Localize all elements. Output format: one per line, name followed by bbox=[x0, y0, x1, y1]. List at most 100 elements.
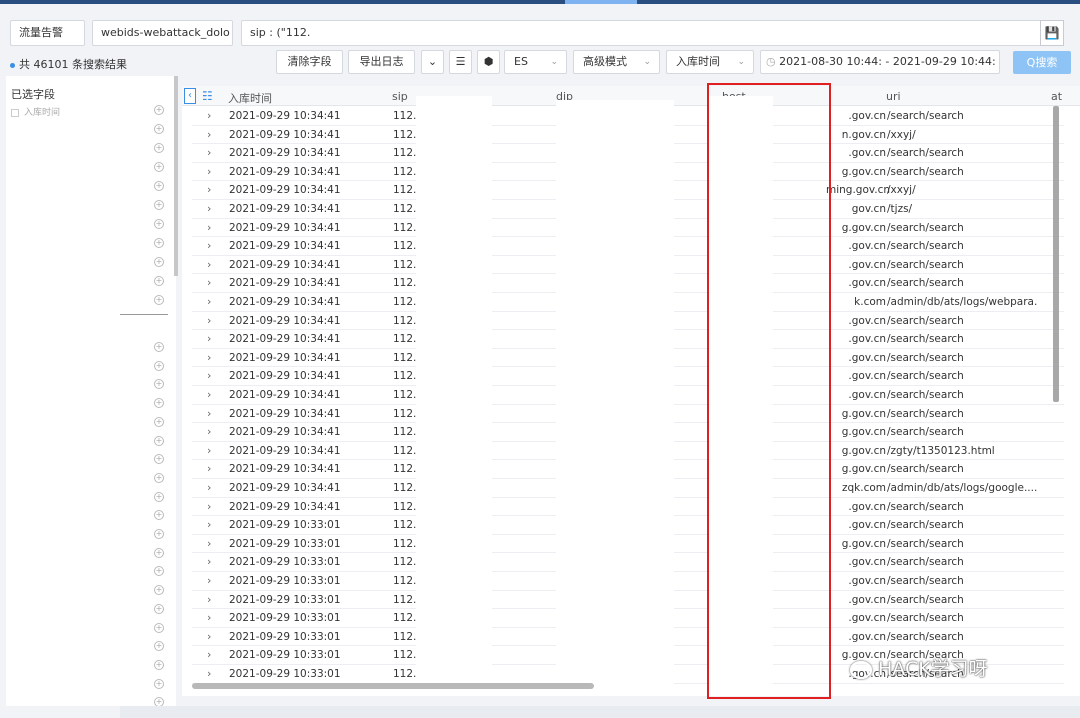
category-select[interactable]: 流量告警 bbox=[10, 20, 85, 46]
cell-time: 2021-09-29 10:34:41 bbox=[229, 426, 341, 439]
mode-select[interactable]: 高级模式 ⌄ bbox=[573, 50, 660, 74]
index-select[interactable]: webids-webattack_dolo bbox=[92, 20, 233, 46]
column-settings-button[interactable]: ☰ bbox=[449, 50, 472, 74]
expand-row-icon[interactable]: › bbox=[207, 611, 211, 624]
add-field-icon[interactable]: + bbox=[154, 257, 164, 267]
expand-row-icon[interactable]: › bbox=[207, 555, 211, 568]
engine-select[interactable]: ES ⌄ bbox=[504, 50, 567, 74]
expand-row-icon[interactable]: › bbox=[207, 369, 211, 382]
add-field-icon[interactable]: + bbox=[154, 416, 164, 427]
save-query-button[interactable]: 💾 bbox=[1040, 20, 1064, 46]
expand-row-icon[interactable]: › bbox=[207, 648, 211, 661]
add-field-icon[interactable]: + bbox=[154, 181, 164, 191]
clear-fields-button[interactable]: 清除字段 bbox=[276, 50, 343, 74]
add-field-icon[interactable]: + bbox=[154, 659, 164, 670]
column-header-at[interactable]: at bbox=[1051, 90, 1062, 103]
add-field-icon[interactable]: + bbox=[154, 219, 164, 229]
add-field-icon[interactable]: + bbox=[154, 162, 164, 172]
cell-sip: 112. bbox=[393, 240, 417, 253]
time-field-select[interactable]: 入库时间 ⌄ bbox=[666, 50, 754, 74]
cell-time: 2021-09-29 10:34:41 bbox=[229, 444, 341, 457]
expand-row-icon[interactable]: › bbox=[207, 462, 211, 475]
expand-row-icon[interactable]: › bbox=[207, 239, 211, 252]
expand-row-icon[interactable]: › bbox=[207, 667, 211, 680]
cell-host: n.gov.cn bbox=[841, 128, 886, 141]
add-field-icon[interactable]: + bbox=[154, 622, 164, 633]
expand-row-icon[interactable]: › bbox=[207, 574, 211, 587]
table-horizontal-scrollbar[interactable] bbox=[192, 683, 594, 689]
cell-sip: 112. bbox=[393, 147, 417, 160]
add-field-icon[interactable]: + bbox=[154, 529, 164, 539]
more-options-button[interactable]: ⌄ bbox=[421, 50, 444, 74]
expand-row-icon[interactable]: › bbox=[207, 500, 211, 513]
expand-row-icon[interactable]: › bbox=[207, 407, 211, 420]
cell-sip: 112. bbox=[393, 649, 417, 662]
expand-row-icon[interactable]: › bbox=[207, 444, 211, 457]
expand-row-icon[interactable]: › bbox=[207, 593, 211, 606]
cell-host: gov.cn bbox=[851, 203, 886, 215]
add-field-icon[interactable]: + bbox=[154, 124, 164, 134]
add-field-icon[interactable]: + bbox=[154, 238, 164, 248]
cell-host: .gov.cn bbox=[848, 519, 886, 532]
time-range-picker[interactable]: ◷ 2021-08-30 10:44: - 2021-09-29 10:44: bbox=[760, 50, 1000, 74]
cell-uri: /search/search bbox=[887, 314, 964, 327]
selected-field-item[interactable]: 入库时间 bbox=[11, 105, 60, 118]
search-button[interactable]: Q搜索 bbox=[1013, 51, 1071, 74]
add-field-icon[interactable]: + bbox=[154, 603, 164, 614]
expand-row-icon[interactable]: › bbox=[207, 314, 211, 327]
add-field-icon[interactable]: + bbox=[154, 105, 164, 115]
selected-fields-title: 已选字段 bbox=[11, 88, 55, 101]
collapse-sidebar-button[interactable]: ‹ bbox=[184, 88, 196, 104]
column-header-time[interactable]: 入库时间 bbox=[228, 90, 272, 106]
expand-row-icon[interactable]: › bbox=[207, 388, 211, 401]
expand-row-icon[interactable]: › bbox=[207, 165, 211, 178]
query-input[interactable]: sip : ("112. bbox=[241, 20, 1064, 46]
add-field-icon[interactable]: + bbox=[154, 491, 164, 502]
expand-row-icon[interactable]: › bbox=[207, 518, 211, 531]
sidebar-scrollbar[interactable] bbox=[174, 76, 178, 276]
table-vertical-scrollbar[interactable] bbox=[1053, 106, 1059, 402]
add-field-icon[interactable]: + bbox=[154, 360, 164, 371]
cell-sip: 112. bbox=[393, 444, 417, 457]
add-field-icon[interactable]: + bbox=[154, 295, 164, 305]
add-field-icon[interactable]: + bbox=[154, 143, 164, 153]
cell-host: .gov.cn bbox=[848, 575, 886, 587]
filter-button[interactable]: ⬢ bbox=[477, 50, 500, 74]
expand-row-icon[interactable]: › bbox=[207, 183, 211, 196]
add-field-icon[interactable]: + bbox=[154, 276, 164, 286]
expand-row-icon[interactable]: › bbox=[207, 351, 211, 364]
expand-row-icon[interactable]: › bbox=[207, 202, 211, 215]
cell-uri: /search/search bbox=[887, 407, 964, 420]
host-column-highlight bbox=[707, 83, 831, 699]
cell-time: 2021-09-29 10:33:01 bbox=[229, 593, 341, 606]
expand-row-icon[interactable]: › bbox=[207, 146, 211, 159]
expand-row-icon[interactable]: › bbox=[207, 425, 211, 438]
cell-sip: 112. bbox=[393, 537, 417, 550]
expand-row-icon[interactable]: › bbox=[207, 109, 211, 122]
add-field-icon[interactable]: + bbox=[154, 200, 164, 210]
column-header-sip[interactable]: sip bbox=[392, 90, 408, 103]
expand-row-icon[interactable]: › bbox=[207, 630, 211, 643]
column-list-icon[interactable]: ☷ bbox=[202, 89, 213, 103]
add-field-icon[interactable]: + bbox=[154, 472, 164, 483]
add-field-icon[interactable]: + bbox=[154, 342, 164, 352]
expand-row-icon[interactable]: › bbox=[207, 332, 211, 345]
add-field-icon[interactable]: + bbox=[154, 547, 164, 558]
column-header-uri[interactable]: uri bbox=[886, 90, 901, 103]
export-log-button[interactable]: 导出日志 bbox=[348, 50, 415, 74]
cell-time: 2021-09-29 10:34:41 bbox=[229, 333, 341, 346]
clear-fields-label: 清除字段 bbox=[287, 55, 332, 68]
expand-row-icon[interactable]: › bbox=[207, 221, 211, 234]
expand-row-icon[interactable]: › bbox=[207, 258, 211, 271]
expand-row-icon[interactable]: › bbox=[207, 537, 211, 550]
expand-row-icon[interactable]: › bbox=[207, 128, 211, 141]
cell-time: 2021-09-29 10:34:41 bbox=[229, 165, 341, 178]
expand-row-icon[interactable]: › bbox=[207, 276, 211, 289]
add-field-icon[interactable]: + bbox=[154, 678, 164, 689]
cell-host: .gov.cn bbox=[848, 630, 886, 643]
cell-sip: 112. bbox=[393, 277, 417, 290]
expand-row-icon[interactable]: › bbox=[207, 481, 211, 494]
cell-uri: /zgty/t1350123.html bbox=[887, 444, 995, 457]
add-field-icon[interactable]: + bbox=[154, 435, 164, 446]
expand-row-icon[interactable]: › bbox=[207, 295, 211, 308]
